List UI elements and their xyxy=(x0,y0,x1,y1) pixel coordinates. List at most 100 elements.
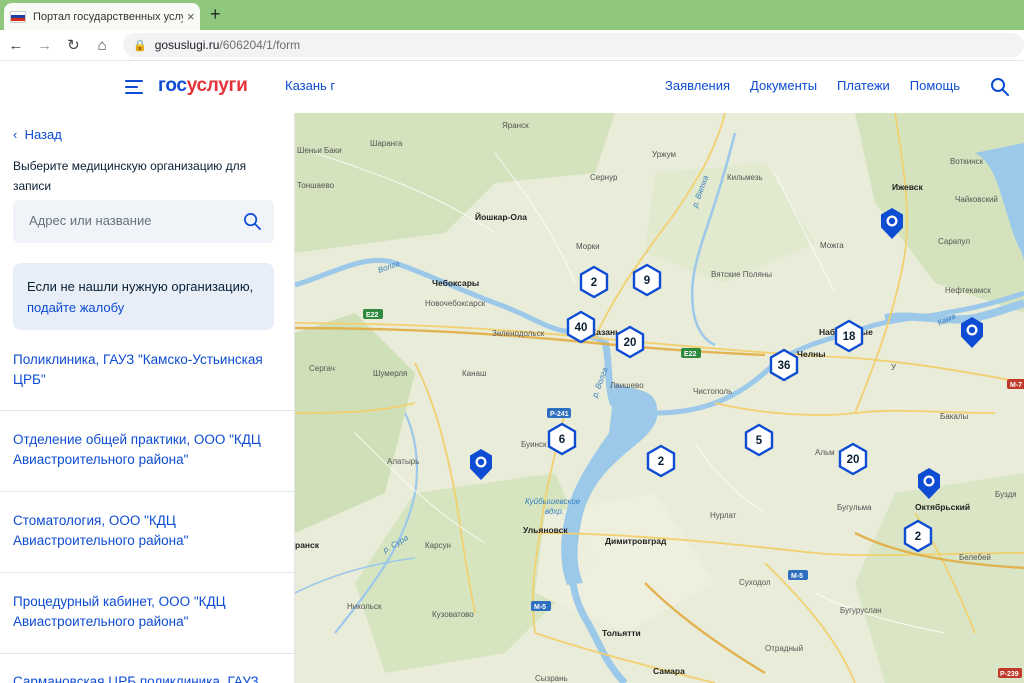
svg-text:Яранск: Яранск xyxy=(502,121,529,130)
home-icon[interactable]: ⌂ xyxy=(89,37,115,54)
org-name: Поликлиника, ГАУЗ "Камско-Устьинская ЦРБ… xyxy=(13,352,263,387)
russia-flag-icon xyxy=(10,10,26,23)
map-cluster[interactable]: 36 xyxy=(769,348,799,382)
back-link[interactable]: ‹ Назад xyxy=(13,127,62,142)
top-nav: Заявления Документы Платежи Помощь xyxy=(665,78,960,93)
svg-text:Сергач: Сергач xyxy=(309,364,335,373)
svg-text:Куйбышевское: Куйбышевское xyxy=(525,497,581,506)
nav-documents[interactable]: Документы xyxy=(750,78,817,93)
svg-text:Кузоватово: Кузоватово xyxy=(432,610,474,619)
svg-text:36: 36 xyxy=(778,360,791,372)
nav-help[interactable]: Помощь xyxy=(910,78,960,93)
svg-text:Сернур: Сернур xyxy=(590,173,618,182)
url-path: /606204/1/form xyxy=(219,38,301,52)
svg-text:Сызрань: Сызрань xyxy=(535,674,568,683)
logo-part-uslugi: услуги xyxy=(186,75,248,96)
map-cluster[interactable]: 40 xyxy=(566,310,596,344)
tab-close-icon[interactable]: × xyxy=(187,9,195,24)
map-cluster[interactable]: 20 xyxy=(615,325,645,359)
svg-text:Челны: Челны xyxy=(797,349,826,359)
select-prompt: Выберите медицинскую организацию для зап… xyxy=(13,159,247,193)
org-list-item[interactable]: Стоматология, ООО "КДЦ Авиастроительного… xyxy=(0,492,294,573)
svg-text:Никольск: Никольск xyxy=(347,602,382,611)
nav-payments[interactable]: Платежи xyxy=(837,78,890,93)
search-icon[interactable] xyxy=(243,212,262,231)
map-cluster[interactable]: 2 xyxy=(903,519,933,553)
svg-text:Чайковский: Чайковский xyxy=(955,195,998,204)
svg-text:Суходол: Суходол xyxy=(739,578,771,587)
map-cluster[interactable]: 6 xyxy=(547,422,577,456)
map-cluster[interactable]: 2 xyxy=(646,444,676,478)
map-cluster[interactable]: 9 xyxy=(632,263,662,297)
forward-arrow-icon[interactable]: → xyxy=(32,37,58,54)
map-cluster[interactable]: 2 xyxy=(579,265,609,299)
svg-text:Сарапул: Сарапул xyxy=(938,237,970,246)
svg-text:Бугульма: Бугульма xyxy=(837,503,872,512)
logo-part-gos: гос xyxy=(158,75,187,96)
svg-text:M-5: M-5 xyxy=(791,573,803,580)
svg-text:Нурлат: Нурлат xyxy=(710,511,737,520)
map-cluster[interactable]: 20 xyxy=(838,442,868,476)
svg-text:Шумерля: Шумерля xyxy=(373,369,407,378)
map-cluster[interactable]: 18 xyxy=(834,319,864,353)
svg-text:Буздя: Буздя xyxy=(995,490,1017,499)
new-tab-button[interactable]: + xyxy=(210,4,221,25)
svg-text:Зеленодольск: Зеленодольск xyxy=(492,329,545,338)
svg-text:вдхр.: вдхр. xyxy=(545,507,564,516)
svg-text:Шаранга: Шаранга xyxy=(370,139,403,148)
reload-icon[interactable]: ↻ xyxy=(61,36,87,54)
org-name: Процедурный кабинет, ООО "КДЦ Авиастроит… xyxy=(13,594,226,629)
svg-text:6: 6 xyxy=(559,434,565,446)
svg-text:2: 2 xyxy=(915,531,921,543)
org-list-item[interactable]: Сармановская ЦРБ поликлиника, ГАУЗ xyxy=(0,654,294,683)
svg-text:Буинск: Буинск xyxy=(521,440,547,449)
svg-text:40: 40 xyxy=(575,322,588,334)
svg-text:Морки: Морки xyxy=(576,242,600,251)
svg-text:Ижевск: Ижевск xyxy=(892,182,923,192)
address-search-input[interactable] xyxy=(27,212,241,229)
svg-text:20: 20 xyxy=(847,454,860,466)
org-name: Стоматология, ООО "КДЦ Авиастроительного… xyxy=(13,513,189,548)
chevron-left-icon: ‹ xyxy=(13,127,25,142)
svg-text:Вятские Поляны: Вятские Поляны xyxy=(711,270,772,279)
city-selector[interactable]: Казань г xyxy=(285,78,335,93)
svg-text:Ульяновск: Ульяновск xyxy=(523,525,568,535)
svg-text:Нефтекамск: Нефтекамск xyxy=(945,286,991,295)
svg-text:9: 9 xyxy=(644,275,650,287)
org-list-item[interactable]: Процедурный кабинет, ООО "КДЦ Авиастроит… xyxy=(0,573,294,654)
svg-text:M-5: M-5 xyxy=(534,604,546,611)
complaint-link[interactable]: подайте жалобу xyxy=(27,300,124,315)
browser-tab-bar: Портал государственных услуг Р × + xyxy=(0,0,1024,30)
svg-text:Кильмезь: Кильмезь xyxy=(727,173,763,182)
svg-text:Йошкар-Ола: Йошкар-Ола xyxy=(475,211,527,222)
site-header: госуслуги Казань г Заявления Документы П… xyxy=(0,61,1024,114)
svg-text:P-239: P-239 xyxy=(1000,671,1019,678)
org-list-item[interactable]: Поликлиника, ГАУЗ "Камско-Устьинская ЦРБ… xyxy=(0,340,294,411)
svg-text:Карсун: Карсун xyxy=(425,541,451,550)
svg-text:Отрадный: Отрадный xyxy=(765,644,803,653)
clinic-map[interactable]: Яранск Шаранга Шеньи Баки Тоншаево Уржум… xyxy=(295,113,1024,683)
organization-panel: ‹ Назад Выберите медицинскую организацию… xyxy=(0,113,295,683)
map-canvas[interactable]: Яранск Шаранга Шеньи Баки Тоншаево Уржум… xyxy=(295,113,1024,683)
search-icon[interactable] xyxy=(990,77,1010,97)
browser-toolbar: ← → ↻ ⌂ 🔒 gosuslugi.ru/606204/1/form xyxy=(0,30,1024,61)
svg-text:Канаш: Канаш xyxy=(462,369,486,378)
svg-text:Воткинск: Воткинск xyxy=(950,157,984,166)
browser-tab[interactable]: Портал государственных услуг Р × xyxy=(4,3,200,30)
svg-text:Бугуруслан: Бугуруслан xyxy=(840,606,882,615)
tab-title: Портал государственных услуг Р xyxy=(33,10,183,23)
url-host: gosuslugi.ru xyxy=(154,38,220,52)
svg-text:Уржум: Уржум xyxy=(652,150,676,159)
menu-icon[interactable] xyxy=(125,80,143,98)
address-bar[interactable]: 🔒 gosuslugi.ru/606204/1/form xyxy=(123,33,1024,57)
svg-text:E22: E22 xyxy=(684,351,697,358)
org-list-item[interactable]: Отделение общей практики, ООО "КДЦ Авиас… xyxy=(0,411,294,492)
svg-text:Лаишево: Лаишево xyxy=(610,381,644,390)
nav-applications[interactable]: Заявления xyxy=(665,78,730,93)
map-cluster[interactable]: 5 xyxy=(744,423,774,457)
back-arrow-icon[interactable]: ← xyxy=(3,37,29,54)
svg-text:Белебей: Белебей xyxy=(959,553,991,562)
svg-text:Новочебоксарск: Новочебоксарск xyxy=(425,299,486,308)
svg-text:5: 5 xyxy=(756,435,763,447)
gosuslugi-logo[interactable]: госуслуги xyxy=(158,75,248,97)
